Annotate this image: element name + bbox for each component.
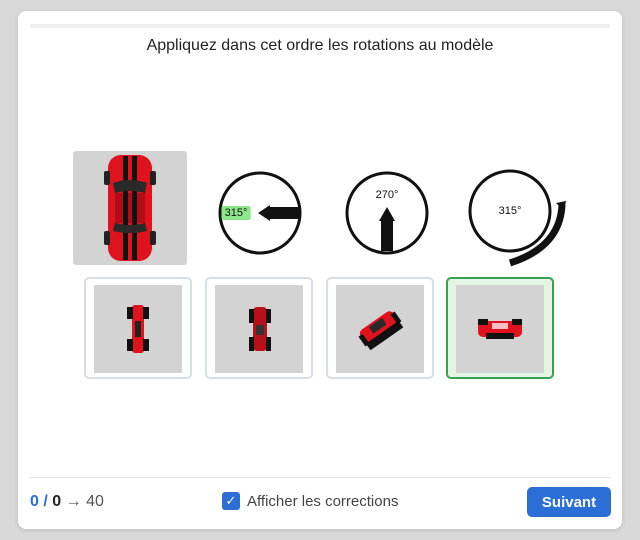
score-display: 0 / 0 → 40 [30, 493, 104, 511]
show-corrections-label: Afficher les corrections [247, 492, 399, 510]
option-thumbnail [94, 285, 182, 373]
progress-bar [30, 24, 610, 28]
option-1[interactable] [84, 277, 192, 379]
score-total: 0 [52, 493, 62, 510]
car-side-view-icon [127, 305, 149, 353]
show-corrections-checkbox[interactable]: ✓ [222, 492, 240, 510]
rotation-step-2: 270° [341, 167, 433, 267]
car-top-view-icon [104, 155, 156, 261]
option-thumbnail [215, 285, 303, 373]
score-target: 40 [86, 493, 104, 510]
car-tilted-view-icon [358, 311, 404, 351]
option-thumbnail [456, 285, 544, 373]
option-3[interactable] [326, 277, 434, 379]
angle-label: 315° [221, 206, 251, 220]
checkmark-icon: ✓ [225, 493, 237, 508]
option-4[interactable] [446, 277, 554, 379]
show-corrections-toggle[interactable]: ✓ Afficher les corrections [222, 492, 398, 510]
score-separator: / [43, 493, 48, 510]
car-rear-view-icon [249, 307, 271, 351]
score-current: 0 [30, 493, 39, 510]
angle-label: 270° [375, 189, 399, 201]
next-button[interactable]: Suivant [527, 487, 611, 517]
instruction-text: Appliquez dans cet ordre les rotations a… [146, 37, 494, 54]
angle-label: 315° [498, 205, 522, 217]
rotation-step-3: 315° [468, 167, 566, 267]
option-thumbnail [336, 285, 424, 373]
car-front-view-icon [478, 319, 522, 339]
exercise-card: Appliquez dans cet ordre les rotations a… [18, 11, 622, 529]
option-2[interactable] [205, 277, 313, 379]
footer-divider [30, 477, 610, 478]
model-car-image [73, 151, 187, 265]
rotation-step-1: 315° [214, 167, 306, 267]
arrow-right-icon: → [65, 493, 82, 510]
